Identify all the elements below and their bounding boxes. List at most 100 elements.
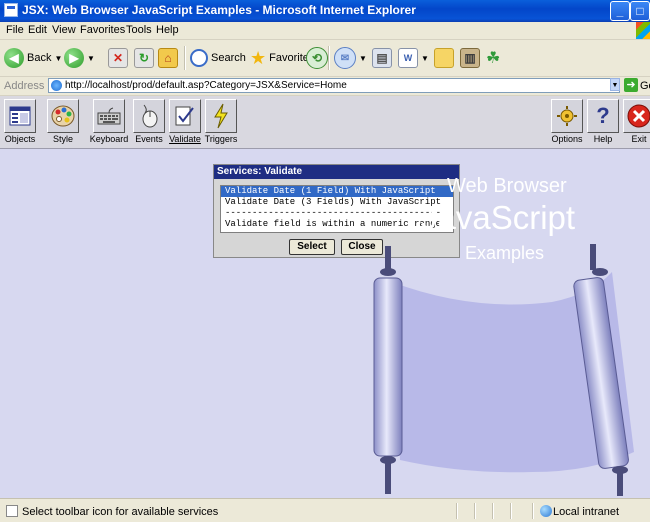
- options-gear-icon: [551, 99, 583, 133]
- artwork-line-2: JavaScript: [421, 199, 576, 236]
- status-text: Select toolbar icon for available servic…: [22, 506, 219, 518]
- exit-label: Exit: [631, 134, 647, 144]
- status-divider: [510, 503, 512, 519]
- mouse-icon: [133, 99, 165, 133]
- list-item-separator[interactable]: ----------------------------------------: [221, 208, 453, 219]
- folder-icon: [434, 48, 454, 68]
- messenger-button[interactable]: ☘: [486, 48, 500, 68]
- keyboard-button[interactable]: Keyboard: [89, 99, 129, 144]
- help-button[interactable]: ? Help: [586, 99, 620, 144]
- objects-button[interactable]: Objects: [3, 99, 37, 144]
- forward-button[interactable]: ▶ ▼: [64, 48, 95, 68]
- keyboard-icon: [93, 99, 125, 133]
- validate-checkmark-icon: [169, 99, 201, 133]
- dialog-title: Services: Validate: [214, 165, 459, 179]
- status-bar: Select toolbar icon for available servic…: [0, 498, 650, 522]
- address-dropdown-button[interactable]: ▼: [610, 78, 620, 91]
- edit-page-icon: W: [398, 48, 418, 68]
- events-button[interactable]: Events: [132, 99, 166, 144]
- help-label: Help: [593, 134, 613, 144]
- back-button[interactable]: ◀ Back ▼: [4, 48, 62, 68]
- artwork-line-3: Examples: [465, 243, 545, 263]
- go-label[interactable]: Go: [640, 80, 650, 92]
- security-zone: Local intranet: [553, 506, 620, 518]
- select-button[interactable]: Select: [289, 239, 335, 255]
- scroll-illustration: [373, 244, 634, 496]
- print-button[interactable]: ▤: [372, 48, 392, 68]
- artwork-line-1: Web Browser: [447, 175, 567, 197]
- menu-tools[interactable]: Tools: [126, 24, 152, 36]
- list-item[interactable]: Validate field is within a numeric range: [221, 219, 453, 230]
- validate-label: Validate: [169, 134, 201, 144]
- palette-icon: [47, 99, 79, 133]
- mail-icon: ✉: [334, 47, 356, 69]
- folder-button[interactable]: [434, 48, 454, 68]
- stop-icon: ✕: [108, 48, 128, 68]
- search-icon: [190, 49, 208, 67]
- window-titlebar: JSX: Web Browser JavaScript Examples - M…: [0, 0, 650, 22]
- toolbar-separator: [184, 46, 186, 70]
- messenger-icon: ☘: [486, 50, 501, 67]
- status-divider: [492, 503, 494, 519]
- objects-label: Objects: [4, 134, 36, 144]
- research-icon: ▥: [460, 48, 480, 68]
- page-icon: [51, 80, 62, 91]
- edit-button[interactable]: W ▼: [398, 48, 429, 68]
- list-item[interactable]: Validate Date (1 Field) With JavaScript: [221, 186, 453, 197]
- app-toolbar: Objects Style Keyboard Events Validate T…: [0, 96, 650, 149]
- research-button[interactable]: ▥: [460, 48, 480, 68]
- address-url: http://localhost/prod/default.asp?Catego…: [65, 80, 347, 91]
- back-label: Back: [27, 52, 52, 64]
- chevron-down-icon: ▼: [87, 53, 95, 63]
- intranet-globe-icon: [540, 505, 552, 517]
- star-icon: ★: [250, 47, 267, 68]
- home-button[interactable]: ⌂: [158, 48, 178, 68]
- done-page-icon: [6, 505, 18, 517]
- address-label: Address: [4, 80, 45, 92]
- minimize-button[interactable]: _: [610, 1, 630, 21]
- refresh-button[interactable]: ↻: [134, 48, 154, 68]
- menu-bar: File Edit View Favorites Tools Help: [0, 22, 650, 40]
- address-bar: Address http://localhost/prod/default.as…: [0, 77, 650, 96]
- events-label: Events: [135, 134, 163, 144]
- triggers-button[interactable]: Triggers: [204, 99, 238, 144]
- maximize-button[interactable]: □: [630, 1, 650, 21]
- validate-button[interactable]: Validate: [168, 99, 202, 144]
- options-label: Options: [551, 134, 583, 144]
- history-icon: ⟲: [306, 47, 328, 69]
- menu-file[interactable]: File: [6, 24, 24, 36]
- home-icon: ⌂: [158, 48, 178, 68]
- style-button[interactable]: Style: [46, 99, 80, 144]
- exit-icon: [623, 99, 650, 133]
- menu-view[interactable]: View: [52, 24, 76, 36]
- back-arrow-icon: ◀: [4, 48, 24, 68]
- search-label: Search: [211, 52, 246, 64]
- refresh-icon: ↻: [134, 48, 154, 68]
- menu-edit[interactable]: Edit: [28, 24, 47, 36]
- chevron-down-icon: ▼: [359, 53, 367, 63]
- scroll-left-roller: [373, 246, 403, 494]
- address-input[interactable]: http://localhost/prod/default.asp?Catego…: [48, 78, 620, 93]
- print-icon: ▤: [372, 48, 392, 68]
- go-button[interactable]: ➜: [624, 78, 638, 92]
- history-button[interactable]: ⟲: [306, 47, 328, 69]
- favorites-button[interactable]: ★ Favorites: [250, 48, 314, 68]
- toolbar-separator: [328, 46, 330, 70]
- stop-button[interactable]: ✕: [108, 48, 128, 68]
- standard-toolbar: ◀ Back ▼ ▶ ▼ ✕ ↻ ⌂ Search ★ Favorites ⟲ …: [0, 40, 650, 77]
- help-question-icon: ?: [587, 99, 619, 133]
- menu-help[interactable]: Help: [156, 24, 179, 36]
- exit-button[interactable]: Exit: [622, 99, 650, 144]
- search-button[interactable]: Search: [190, 48, 246, 68]
- status-divider: [456, 503, 458, 519]
- window-title: JSX: Web Browser JavaScript Examples - M…: [22, 3, 416, 17]
- windows-logo-icon: [636, 22, 650, 39]
- services-listbox[interactable]: Validate Date (1 Field) With JavaScript …: [220, 185, 454, 233]
- ie-page-icon: [4, 3, 18, 17]
- list-item[interactable]: Validate Date (3 Fields) With JavaScript: [221, 197, 453, 208]
- forward-arrow-icon: ▶: [64, 48, 84, 68]
- mail-button[interactable]: ✉ ▼: [334, 47, 367, 69]
- options-button[interactable]: Options: [548, 99, 586, 144]
- menu-favorites[interactable]: Favorites: [80, 24, 125, 36]
- style-label: Style: [52, 134, 73, 144]
